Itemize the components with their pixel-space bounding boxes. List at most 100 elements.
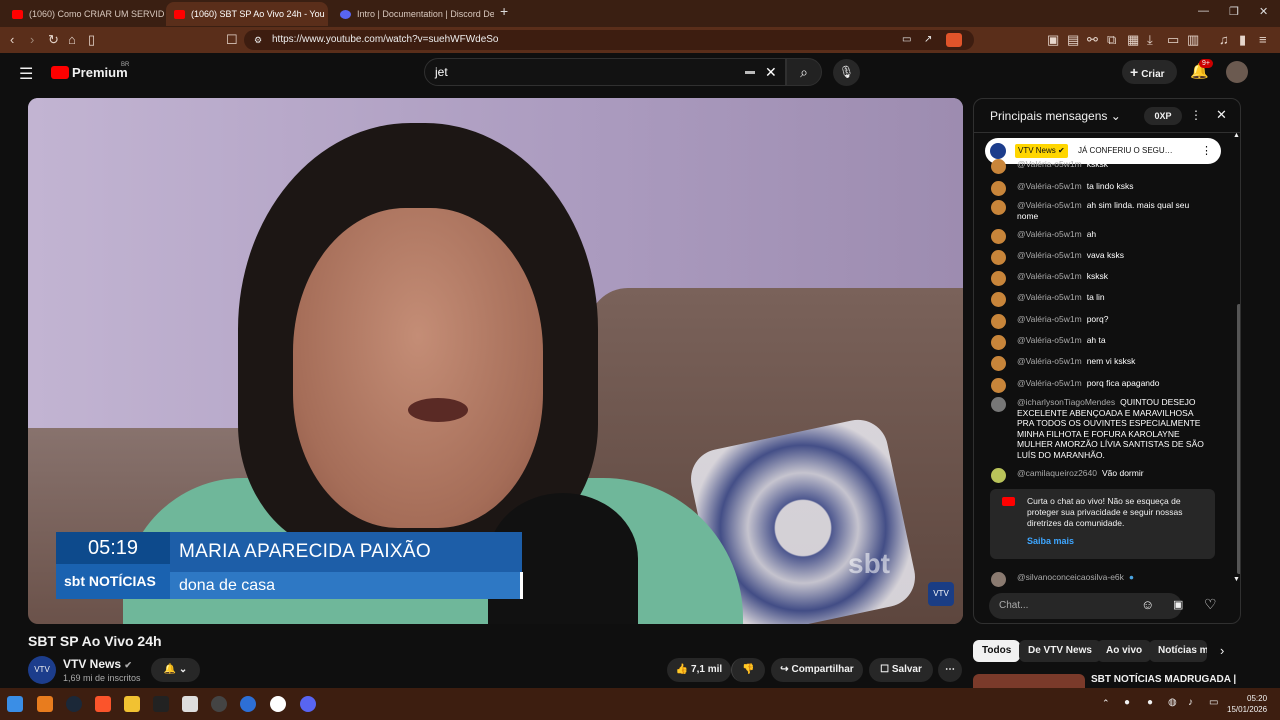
- new-tab-button[interactable]: +: [500, 3, 508, 19]
- sticker-icon: ●: [1128, 572, 1135, 582]
- qr-icon[interactable]: ▦: [1127, 32, 1139, 48]
- create-button[interactable]: + Criar: [1122, 60, 1177, 84]
- channel-avatar[interactable]: VTV: [28, 656, 56, 684]
- chat-scrollbar[interactable]: [1237, 304, 1240, 574]
- battery-icon[interactable]: ▭: [1209, 697, 1218, 708]
- avatar[interactable]: [1226, 61, 1248, 83]
- clock-date[interactable]: 15/01/2026: [1227, 705, 1267, 714]
- link-icon[interactable]: ⚯: [1087, 32, 1098, 48]
- list-item: @Valéria-o5w1m vava ksks: [991, 250, 1211, 265]
- app-icon[interactable]: [37, 696, 53, 712]
- scroll-up-icon[interactable]: ▲: [1233, 132, 1240, 139]
- clock-time[interactable]: 05:20: [1247, 694, 1267, 703]
- home-icon[interactable]: ⌂: [68, 32, 76, 48]
- video-player[interactable]: 05:19 sbt NOTÍCIAS MARIA APARECIDA PAIXÃ…: [28, 98, 963, 624]
- forward-icon[interactable]: ›: [30, 32, 34, 48]
- store-icon[interactable]: [182, 696, 198, 712]
- super-chat-icon[interactable]: ▣: [1173, 598, 1183, 611]
- hamburger-menu-icon[interactable]: ☰: [19, 64, 33, 84]
- emoji-icon[interactable]: ☺: [1141, 597, 1154, 612]
- message-text: ah: [1086, 229, 1097, 239]
- lower-third-logo: sbt NOTÍCIAS: [56, 564, 170, 599]
- site-info-icon[interactable]: ⚙: [254, 30, 262, 50]
- bookmark-icon: ☐: [880, 664, 892, 675]
- thumbs-down-icon: 👎: [742, 664, 755, 675]
- music-icon[interactable]: ♫: [1219, 32, 1229, 48]
- file-explorer-icon[interactable]: [124, 696, 140, 712]
- voice-search-button[interactable]: 🎙: [833, 59, 860, 86]
- github-icon[interactable]: [211, 696, 227, 712]
- youtube-logo-icon[interactable]: [51, 66, 69, 79]
- sidebar-icon[interactable]: ▯: [88, 32, 95, 48]
- tray-app-icon[interactable]: ●: [1147, 697, 1153, 708]
- volume-icon[interactable]: ♪: [1188, 697, 1193, 708]
- search-icon: ⌕: [800, 64, 808, 80]
- tab-discord-docs[interactable]: Intro | Documentation | Discord Deve: [332, 2, 494, 26]
- keyboard-icon[interactable]: ▬: [745, 59, 755, 85]
- chat-more-icon[interactable]: ⋮: [1190, 108, 1202, 122]
- epic-games-icon[interactable]: [153, 696, 169, 712]
- save-button[interactable]: ☐ Salvar: [869, 658, 933, 682]
- steam-icon[interactable]: [66, 696, 82, 712]
- back-icon[interactable]: ‹: [10, 32, 14, 48]
- chip-channel[interactable]: De VTV News: [1019, 640, 1101, 662]
- cast-icon[interactable]: ▭: [902, 30, 911, 50]
- youtube-favicon-icon: [174, 9, 185, 19]
- extension-icon[interactable]: ▣: [1047, 32, 1059, 48]
- chat-mode-dropdown[interactable]: Principais mensagens ⌄: [990, 109, 1121, 123]
- sidebar-toggle-icon[interactable]: ▮: [1239, 32, 1246, 48]
- tab-youtube-servidor[interactable]: (1060) Como CRIAR UM SERVIDOR D: [4, 2, 164, 26]
- chip-todos[interactable]: Todos: [973, 640, 1021, 662]
- wallet-icon[interactable]: ▭: [1167, 32, 1179, 48]
- message-text: nem vi ksksk: [1086, 356, 1136, 366]
- search-input[interactable]: jet ▬ ✕: [424, 58, 786, 86]
- tab-sbt-live[interactable]: (1060) SBT SP Ao Vivo 24h - You ✕: [166, 2, 328, 26]
- minimize-icon[interactable]: —: [1198, 5, 1209, 17]
- clear-search-icon[interactable]: ✕: [765, 59, 777, 85]
- search-button[interactable]: ⌕: [786, 58, 822, 86]
- dislike-button[interactable]: 👎: [731, 658, 765, 682]
- close-window-icon[interactable]: ✕: [1259, 5, 1268, 18]
- bookmark-icon[interactable]: ☐: [226, 32, 238, 48]
- heart-icon[interactable]: ♡: [1204, 596, 1217, 613]
- share-button[interactable]: ↪ Compartilhar: [771, 658, 863, 682]
- brave-icon[interactable]: [95, 696, 111, 712]
- bell-icon: 🔔 ⌄: [163, 664, 188, 675]
- brave-shields-icon[interactable]: [946, 33, 962, 47]
- extension-icon[interactable]: ▤: [1067, 32, 1079, 48]
- channel-name[interactable]: VTV News ✔: [63, 657, 132, 671]
- message-body: @Valéria-o5w1m ah ta: [1017, 335, 1211, 346]
- list-item: @Valéria-o5w1m ksksk: [991, 271, 1211, 286]
- recommendation-thumbnail[interactable]: [973, 674, 1085, 688]
- app-icon[interactable]: [270, 696, 286, 712]
- reader-icon[interactable]: ▥: [1187, 32, 1199, 48]
- chevron-right-icon[interactable]: ›: [1220, 643, 1224, 658]
- recommendation-title[interactable]: SBT NOTÍCIAS MADRUGADA |: [1091, 674, 1236, 685]
- network-icon[interactable]: ◍: [1168, 697, 1177, 708]
- message-body: @Valéria-o5w1m ah: [1017, 229, 1211, 240]
- restore-icon[interactable]: ❐: [1229, 5, 1239, 18]
- channel-watermark-button[interactable]: VTV: [928, 582, 954, 606]
- xp-badge[interactable]: 0XP: [1144, 107, 1182, 125]
- scroll-down-icon[interactable]: ▼: [1233, 576, 1240, 583]
- tray-chevron-icon[interactable]: ⌃: [1102, 698, 1110, 709]
- tray-app-icon[interactable]: ●: [1124, 697, 1130, 708]
- address-bar[interactable]: ⚙ https://www.youtube.com/watch?v=suehWF…: [244, 30, 974, 50]
- learn-more-link[interactable]: Saiba mais: [1027, 536, 1074, 547]
- subscription-bell-button[interactable]: 🔔 ⌄: [151, 658, 200, 682]
- menu-icon[interactable]: ≡: [1259, 32, 1267, 48]
- share-page-icon[interactable]: ↗: [924, 30, 932, 50]
- start-icon[interactable]: [7, 696, 23, 712]
- picture-in-picture-icon[interactable]: ⧉: [1107, 32, 1116, 48]
- close-tab-icon[interactable]: ✕: [325, 8, 328, 21]
- chip-live[interactable]: Ao vivo: [1097, 640, 1152, 662]
- like-button[interactable]: 👍 7,1 mil: [667, 658, 731, 682]
- discord-icon[interactable]: [300, 696, 316, 712]
- youtube-premium-logo[interactable]: Premium: [72, 65, 128, 80]
- close-chat-icon[interactable]: ✕: [1216, 107, 1227, 123]
- more-actions-button[interactable]: ⋯: [938, 658, 962, 682]
- settings-icon[interactable]: [240, 696, 256, 712]
- reload-icon[interactable]: ↻: [48, 32, 59, 48]
- chip-news[interactable]: Notícias m: [1149, 640, 1207, 662]
- download-icon[interactable]: ⤓: [1147, 32, 1153, 48]
